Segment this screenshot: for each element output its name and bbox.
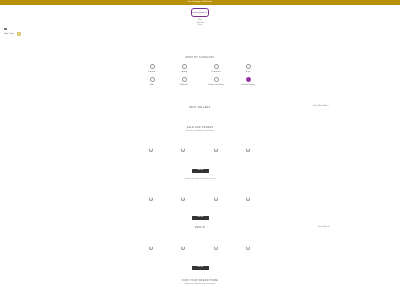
category-rugs[interactable]: Rugs — [233, 64, 263, 73]
new-in-link[interactable]: See all New In — [318, 226, 330, 228]
more-subtitle: Explore our collections for every space — [184, 283, 216, 285]
category-kids[interactable]: Kids and Nursery — [233, 77, 263, 86]
category-label: Rugs — [245, 70, 251, 73]
category-bathroom[interactable]: Bathroom — [169, 77, 199, 86]
bestsellers-link[interactable]: See all Best Sellers — [313, 105, 329, 107]
utility-bar: Help / Store — [4, 32, 21, 36]
loading-spinner-icon — [181, 148, 185, 152]
category-label: Beds — [149, 83, 155, 86]
category-outdoor[interactable]: Outdoor and Garden — [201, 77, 231, 86]
header-link[interactable]: Store — [185, 24, 215, 27]
loading-spinner-icon — [214, 148, 218, 152]
sale-note: Discover our selection of items on sale — [184, 178, 216, 180]
announcement-text: Free Shipping on All Orders — [187, 1, 213, 3]
menu-icon[interactable] — [4, 28, 7, 30]
kids-icon — [245, 77, 251, 82]
button-label: SEE ALL — [197, 170, 204, 171]
sale-see-all-button[interactable]: SEE ALL — [192, 169, 209, 173]
cart-badge-icon[interactable] — [16, 32, 21, 36]
decoration-icon — [213, 64, 219, 69]
furniture-icon — [149, 64, 155, 69]
beds-icon — [149, 77, 155, 82]
sale-title: SALE AND OFFERS — [186, 126, 214, 129]
button-label: SEE ALL — [197, 267, 204, 268]
category-label: Kids and Nursery — [241, 83, 255, 86]
loading-spinner-icon — [149, 246, 153, 250]
categories-title: SHOP BY CATEGORY — [185, 56, 215, 59]
loading-spinner-icon — [214, 246, 218, 250]
logo[interactable]: Lorem Ipsum Co. — [191, 8, 209, 17]
new-in-title: NEW IN — [194, 226, 206, 229]
outdoor-icon — [213, 77, 219, 82]
logo-text: Lorem Ipsum Co. — [192, 12, 208, 14]
sale-subtitle: Discover our selection of sale items — [185, 130, 215, 132]
loading-spinner-icon — [246, 197, 250, 201]
category-label: Outdoor and Garden — [207, 83, 225, 86]
loading-spinner-icon — [149, 197, 153, 201]
category-lighting[interactable]: Lighting — [169, 64, 199, 73]
loading-spinner-icon — [149, 148, 153, 152]
button-label: SEE ALL — [197, 217, 204, 218]
category-label: Furniture — [148, 70, 156, 73]
rugs-icon — [245, 64, 251, 69]
loading-spinner-icon — [214, 197, 218, 201]
utility-label[interactable]: Help / Store — [4, 33, 15, 35]
category-label: Decoration — [211, 70, 221, 73]
announcement-bar: Free Shipping on All Orders — [0, 0, 400, 5]
more-see-all-button[interactable]: SEE ALL — [192, 266, 209, 270]
loading-spinner-icon — [246, 246, 250, 250]
loading-spinner-icon — [181, 197, 185, 201]
category-decoration[interactable]: Decoration — [201, 64, 231, 73]
header-links: Shop Collection Store — [185, 19, 215, 27]
bathroom-icon — [181, 77, 187, 82]
lighting-icon — [181, 64, 187, 69]
loading-spinner-icon — [181, 246, 185, 250]
category-label: Lighting — [180, 70, 188, 73]
category-label: Bathroom — [180, 83, 188, 86]
category-furniture[interactable]: Furniture — [137, 64, 167, 73]
more-title: FIND YOUR DREAM HOME — [181, 279, 219, 282]
new-in-see-all-button[interactable]: SEE ALL — [192, 216, 209, 220]
bestsellers-title: BEST SELLERS — [189, 106, 211, 109]
loading-spinner-icon — [246, 148, 250, 152]
category-beds[interactable]: Beds — [137, 77, 167, 86]
